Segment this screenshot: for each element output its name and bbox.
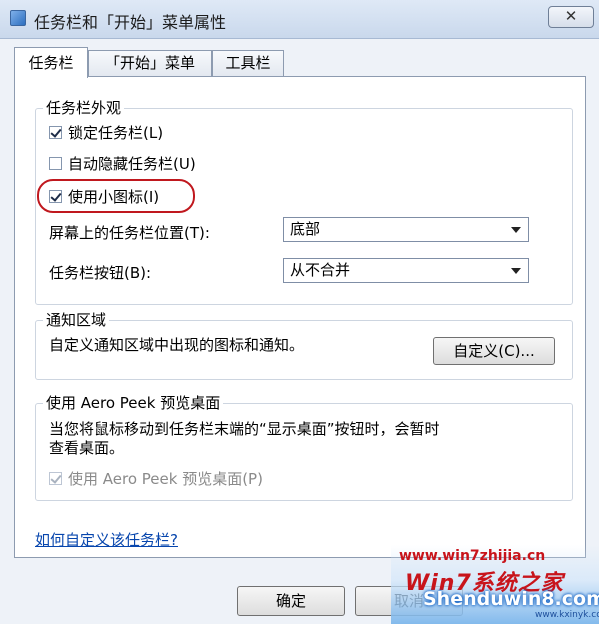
window-title: 任务栏和「开始」菜单属性 [34, 13, 227, 32]
taskbar-properties-icon [10, 10, 26, 26]
watermark-site: Shenduwin8.com [423, 588, 599, 610]
notification-group-label: 通知区域 [43, 309, 110, 330]
watermark-sub: www.kxinyk.com [535, 610, 599, 620]
customize-button[interactable]: 自定义(C)... [433, 337, 555, 365]
help-link[interactable]: 如何自定义该任务栏? [35, 529, 178, 550]
auto-hide-label: 自动隐藏任务栏(U) [68, 154, 196, 173]
taskbar-buttons-select[interactable]: 从不合并 [283, 258, 529, 283]
aero-peek-description-line2: 查看桌面。 [49, 439, 125, 457]
aero-peek-description-line1: 当您将鼠标移动到任务栏末端的“显示桌面”按钮时，会暂时 [49, 420, 440, 438]
taskbar-position-label: 屏幕上的任务栏位置(T): [49, 224, 210, 242]
aero-peek-option: 使用 Aero Peek 预览桌面(P) [49, 468, 263, 488]
aero-peek-checkbox [49, 471, 62, 485]
auto-hide-option[interactable]: 自动隐藏任务栏(U) [49, 153, 196, 173]
title-bar: 任务栏和「开始」菜单属性 ✕ [0, 0, 599, 39]
lock-taskbar-label: 锁定任务栏(L) [68, 123, 164, 142]
notification-description: 自定义通知区域中出现的图标和通知。 [49, 336, 305, 354]
taskbar-buttons-label: 任务栏按钮(B): [49, 264, 152, 282]
ok-button[interactable]: 确定 [237, 586, 345, 616]
aero-peek-group-label: 使用 Aero Peek 预览桌面 [43, 392, 224, 413]
auto-hide-checkbox[interactable] [49, 156, 62, 170]
tab-panel: 任务栏外观 锁定任务栏(L) 自动隐藏任务栏(U) 使用小图标(I) 屏幕上的任… [14, 76, 586, 558]
lock-taskbar-option[interactable]: 锁定任务栏(L) [49, 122, 163, 142]
appearance-group-label: 任务栏外观 [43, 97, 125, 118]
taskbar-position-select[interactable]: 底部 [283, 217, 529, 242]
close-button[interactable]: ✕ [548, 6, 594, 28]
watermark-url: www.win7zhijia.cn [399, 548, 546, 564]
highlight-ring [37, 179, 195, 213]
tab-toolbars[interactable]: 工具栏 [212, 50, 284, 76]
lock-taskbar-checkbox[interactable] [49, 125, 62, 139]
tab-taskbar[interactable]: 任务栏 [14, 47, 88, 78]
aero-peek-checkbox-label: 使用 Aero Peek 预览桌面(P) [68, 469, 263, 488]
tab-start-menu[interactable]: 「开始」菜单 [88, 50, 212, 76]
